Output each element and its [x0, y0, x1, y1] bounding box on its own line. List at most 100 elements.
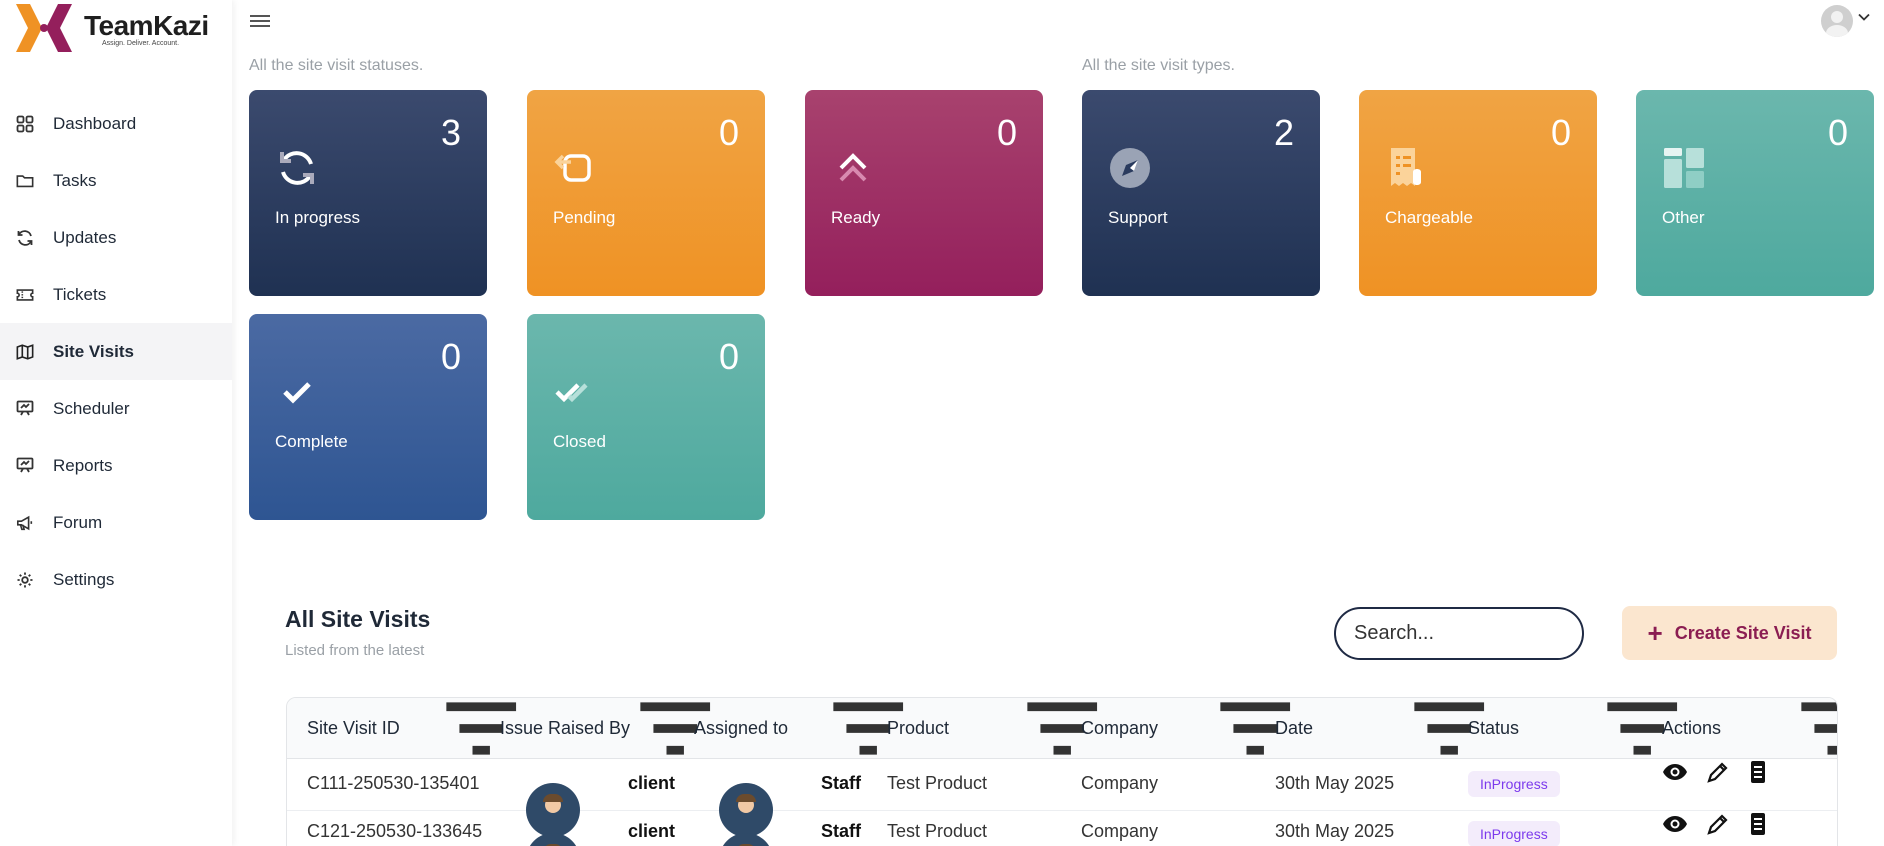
sidebar-item-label: Updates: [53, 227, 117, 247]
card-count: 0: [718, 336, 739, 377]
table-row[interactable]: C121-250530-133645 client Staff Test Pro…: [287, 811, 1837, 846]
sidebar-item-forum[interactable]: Forum: [0, 494, 232, 551]
refresh-icon: [280, 151, 314, 185]
card-label: Pending: [553, 208, 616, 227]
return-icon: [554, 154, 591, 182]
sidebar-item-settings[interactable]: Settings: [0, 551, 232, 608]
date: 30th May 2025: [1275, 773, 1395, 793]
types-subtitle: All the site visit types.: [1082, 57, 1235, 74]
column-header-issue-raised-by[interactable]: Issue Raised By: [500, 698, 630, 759]
date: 30th May 2025: [1275, 821, 1395, 841]
pencil-icon[interactable]: [1705, 759, 1731, 785]
site-visit-id[interactable]: C111-250530-135401: [307, 773, 479, 794]
column-header-site-visit-id[interactable]: Site Visit ID: [307, 698, 400, 759]
status-card-pending[interactable]: 0 Pending: [527, 90, 765, 296]
raised-by-name: client: [628, 773, 676, 793]
create-site-visit-label: Create Site Visit: [1674, 622, 1812, 643]
type-card-chargeable[interactable]: 0 Chargeable: [1359, 90, 1597, 296]
site-visits-table: Site Visit ID Issue Raised By Assigned t…: [286, 697, 1838, 846]
sidebar-item-tasks[interactable]: Tasks: [0, 152, 232, 209]
document-icon[interactable]: [1745, 759, 1771, 785]
sidebar-item-label: Reports: [53, 455, 113, 475]
raised-by-avatar: [526, 833, 580, 846]
brand-tagline: Assign. Deliver. Account.: [102, 40, 180, 47]
type-card-support[interactable]: 2 Support: [1082, 90, 1320, 296]
column-header-company[interactable]: Company: [1081, 698, 1158, 759]
company: Company: [1081, 773, 1159, 793]
table-header: Site Visit ID Issue Raised By Assigned t…: [287, 698, 1837, 759]
sidebar: TeamKazi Assign. Deliver. Account. Dashb…: [0, 0, 232, 846]
sidebar-item-updates[interactable]: Updates: [0, 209, 232, 266]
card-label: Closed: [553, 432, 606, 451]
column-header-label: Site Visit ID: [307, 718, 400, 738]
sidebar-item-label: Forum: [53, 512, 103, 532]
card-count: 0: [1827, 112, 1848, 153]
app-root: TeamKazi Assign. Deliver. Account. Dashb…: [0, 0, 1884, 846]
card-count: 2: [1273, 112, 1294, 153]
sidebar-item-label: Settings: [53, 569, 115, 589]
user-avatar[interactable]: [1821, 5, 1853, 37]
status-card-ready[interactable]: 0 Ready: [805, 90, 1043, 296]
card-label: Other: [1662, 208, 1705, 227]
card-count: 3: [440, 112, 461, 153]
status-card-in-progress[interactable]: 3 In progress: [249, 90, 487, 296]
column-header-actions[interactable]: Actions: [1662, 698, 1721, 759]
search-input[interactable]: [1334, 607, 1584, 660]
sidebar-item-site-visits[interactable]: Site Visits: [0, 323, 232, 380]
raised-by-name: client: [628, 821, 676, 841]
column-header-product[interactable]: Product: [887, 698, 949, 759]
card-count: 0: [1550, 112, 1571, 153]
status-card-closed[interactable]: 0 Closed: [527, 314, 765, 520]
teamkazi-logo-icon: [16, 4, 72, 52]
sidebar-item-dashboard[interactable]: Dashboard: [0, 95, 232, 152]
brand-name: TeamKazi: [84, 10, 209, 41]
card-label: Ready: [831, 208, 881, 227]
card-count: 0: [718, 112, 739, 153]
document-icon[interactable]: [1745, 811, 1771, 837]
column-header-assigned-to[interactable]: Assigned to: [694, 698, 788, 759]
layout-icon: [1664, 148, 1704, 188]
sidebar-nav: Dashboard Tasks Updates Tickets Site Vis…: [0, 95, 232, 608]
sidebar-item-label: Dashboard: [53, 113, 137, 133]
hamburger-menu-icon[interactable]: [250, 12, 270, 30]
pencil-icon[interactable]: [1705, 811, 1731, 837]
presentation-icon: [16, 457, 34, 475]
table-subtitle: Listed from the latest: [285, 642, 425, 659]
sidebar-item-label: Site Visits: [53, 341, 134, 361]
check-icon: [283, 382, 311, 404]
status-badge: InProgress: [1468, 771, 1560, 797]
sidebar-item-label: Scheduler: [53, 398, 130, 418]
create-site-visit-button[interactable]: + Create Site Visit: [1622, 606, 1837, 660]
statuses-subtitle: All the site visit statuses.: [249, 57, 424, 74]
status-card-complete[interactable]: 0 Complete: [249, 314, 487, 520]
table-title: All Site Visits: [285, 606, 431, 632]
site-visit-id[interactable]: C121-250530-133645: [307, 821, 482, 842]
brand-logo[interactable]: TeamKazi Assign. Deliver. Account.: [12, 0, 222, 56]
column-header-date[interactable]: Date: [1275, 698, 1313, 759]
sidebar-item-label: Tickets: [53, 284, 107, 304]
assigned-to-name: Staff: [821, 821, 861, 841]
column-header-label: Product: [887, 718, 950, 738]
column-header-label: Date: [1275, 718, 1314, 738]
double-check-icon: [555, 383, 588, 403]
ticket-icon: [16, 286, 34, 304]
card-label: Support: [1108, 208, 1168, 227]
table-row[interactable]: C111-250530-135401 client Staff Test Pro…: [287, 759, 1837, 837]
plus-icon: +: [1647, 618, 1663, 648]
eye-icon[interactable]: [1662, 759, 1688, 785]
filter-icon[interactable]: [1797, 698, 1838, 759]
product: Test Product: [887, 773, 988, 793]
megaphone-icon: [16, 514, 34, 532]
column-header-label: Issue Raised By: [500, 718, 631, 738]
folder-icon: [16, 172, 34, 190]
sidebar-item-label: Tasks: [53, 170, 97, 190]
chevron-down-icon[interactable]: [1858, 13, 1870, 21]
sidebar-item-reports[interactable]: Reports: [0, 437, 232, 494]
eye-icon[interactable]: [1662, 811, 1688, 837]
column-header-status[interactable]: Status: [1468, 698, 1519, 759]
type-card-other[interactable]: 0 Other: [1636, 90, 1874, 296]
sidebar-item-scheduler[interactable]: Scheduler: [0, 380, 232, 437]
double-chevron-up-icon: [839, 153, 867, 182]
card-label: In progress: [275, 208, 361, 227]
sidebar-item-tickets[interactable]: Tickets: [0, 266, 232, 323]
